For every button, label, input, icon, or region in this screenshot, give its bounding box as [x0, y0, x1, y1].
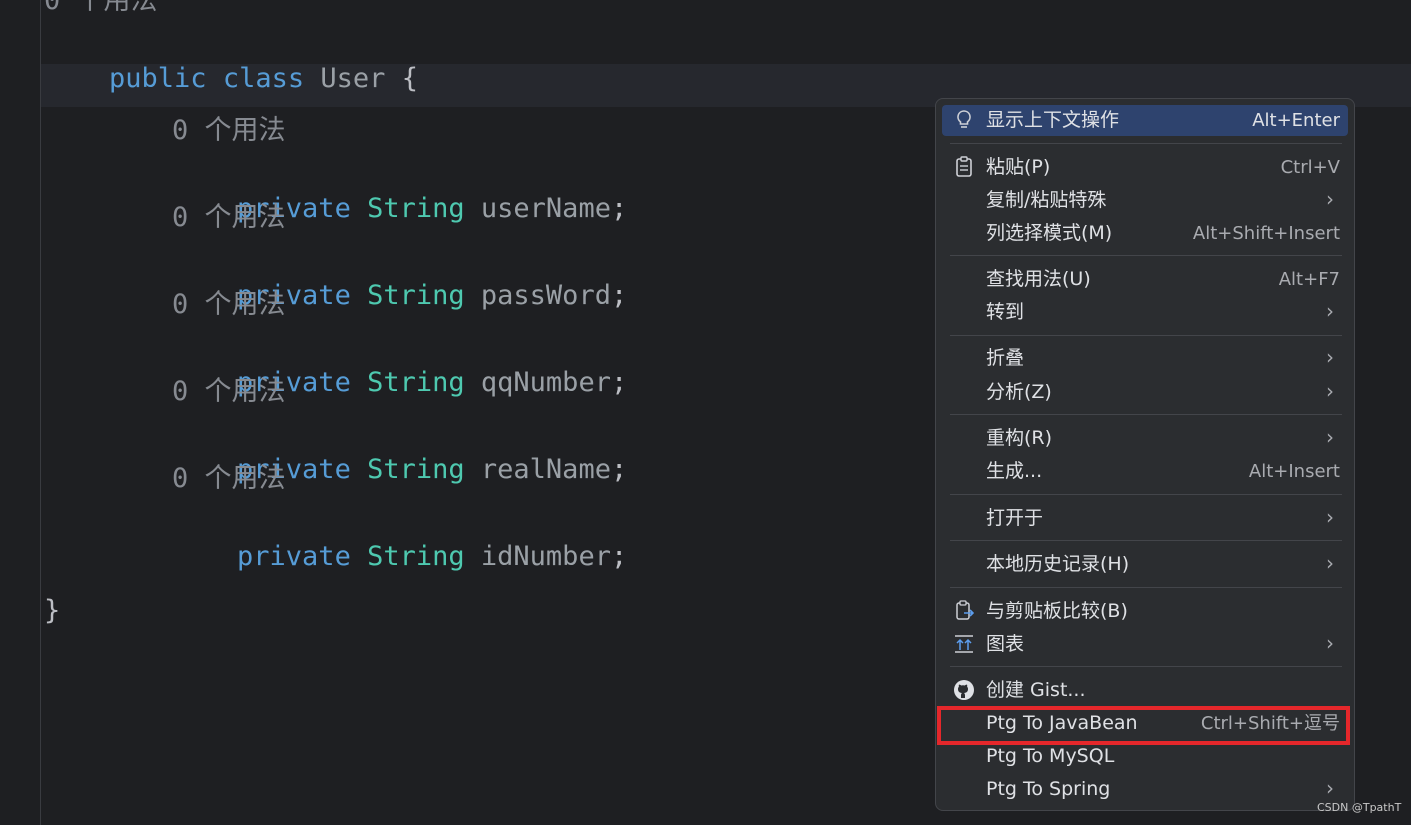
chevron-right-icon: ›	[1326, 345, 1334, 369]
field-type: String	[367, 541, 465, 572]
clipboard-icon	[952, 156, 976, 180]
field-name: passWord	[480, 280, 611, 311]
menu-item-label: 生成...	[986, 460, 1043, 482]
menu-item-label: 粘贴(P)	[986, 156, 1051, 178]
menu-item-label: 折叠	[986, 347, 1025, 369]
class-name: User	[320, 63, 386, 94]
field-name: realName	[480, 454, 611, 485]
field-declaration[interactable]: private String qqNumber;	[172, 332, 627, 398]
field-type: String	[367, 193, 465, 224]
menu-item-label: 与剪贴板比较(B)	[986, 600, 1128, 622]
menu-item-find-usages[interactable]: 查找用法(U) Alt+F7	[942, 264, 1348, 295]
menu-separator	[950, 666, 1342, 667]
watermark: CSDN @TpathT	[1317, 801, 1402, 814]
usage-hint: 0 个用法	[172, 115, 286, 146]
keyword-public: public	[109, 63, 207, 94]
menu-item-shortcut: Alt+F7	[1278, 269, 1340, 290]
menu-item-ptg-to-spring[interactable]: Ptg To Spring ›	[942, 774, 1348, 805]
menu-item-create-gist[interactable]: 创建 Gist...	[942, 675, 1348, 706]
diagram-icon	[952, 633, 976, 657]
brace-open: {	[401, 63, 418, 94]
semicolon: ;	[610, 193, 628, 224]
menu-item-compare-clipboard[interactable]: 与剪贴板比较(B)	[942, 596, 1348, 627]
menu-item-label: 转到	[986, 301, 1025, 323]
field-declaration[interactable]: private String realName;	[172, 419, 627, 485]
usage-hint: 0 个用法	[172, 376, 286, 407]
semicolon: ;	[610, 541, 628, 572]
menu-item-shortcut: Ctrl+V	[1280, 157, 1340, 178]
menu-item-open-in[interactable]: 打开于 ›	[942, 503, 1348, 534]
annotation-highlight-box	[937, 706, 1350, 745]
field-name: qqNumber	[480, 367, 611, 398]
class-declaration[interactable]: public class User {	[44, 28, 418, 94]
menu-item-refactor[interactable]: 重构(R) ›	[942, 423, 1348, 454]
usage-hint: 0 个用法	[44, 0, 158, 16]
lightbulb-icon	[952, 109, 976, 133]
menu-item-shortcut: Alt+Enter	[1252, 110, 1340, 131]
menu-separator	[950, 414, 1342, 415]
usage-hint: 0 个用法	[172, 289, 286, 320]
menu-separator	[950, 494, 1342, 495]
context-menu: 显示上下文操作 Alt+Enter 粘贴(P) Ctrl+V 复制/粘贴特殊 ›…	[935, 98, 1355, 811]
menu-item-label: 本地历史记录(H)	[986, 553, 1130, 575]
semicolon: ;	[610, 367, 628, 398]
semicolon: ;	[610, 280, 628, 311]
chevron-right-icon: ›	[1326, 505, 1334, 529]
menu-item-go-to[interactable]: 转到 ›	[942, 297, 1348, 328]
menu-item-label: 创建 Gist...	[986, 679, 1086, 701]
field-type: String	[367, 280, 465, 311]
menu-item-label: 显示上下文操作	[986, 109, 1120, 131]
semicolon: ;	[610, 454, 628, 485]
clipboard-compare-icon	[952, 600, 976, 624]
github-icon	[952, 679, 976, 703]
menu-separator	[950, 255, 1342, 256]
chevron-right-icon: ›	[1326, 379, 1334, 403]
menu-item-label: 图表	[986, 633, 1025, 655]
menu-item-shortcut: Alt+Shift+Insert	[1192, 223, 1340, 244]
menu-item-label: 打开于	[986, 507, 1044, 529]
menu-item-generate[interactable]: 生成... Alt+Insert	[942, 456, 1348, 487]
usage-hint: 0 个用法	[172, 202, 286, 233]
chevron-right-icon: ›	[1326, 551, 1334, 575]
field-type: String	[367, 367, 465, 398]
field-type: String	[367, 454, 465, 485]
chevron-right-icon: ›	[1326, 425, 1334, 449]
chevron-right-icon: ›	[1326, 299, 1334, 323]
gutter-divider	[40, 0, 41, 825]
chevron-right-icon: ›	[1326, 776, 1334, 800]
brace-close: }	[44, 595, 61, 626]
menu-item-diagrams[interactable]: 图表 ›	[942, 629, 1348, 660]
menu-item-analyze[interactable]: 分析(Z) ›	[942, 377, 1348, 408]
menu-item-paste[interactable]: 粘贴(P) Ctrl+V	[942, 152, 1348, 183]
menu-item-copy-paste-special[interactable]: 复制/粘贴特殊 ›	[942, 185, 1348, 216]
usage-hint: 0 个用法	[172, 463, 286, 494]
keyword-class: class	[222, 63, 305, 94]
menu-item-folding[interactable]: 折叠 ›	[942, 343, 1348, 374]
menu-item-shortcut: Alt+Insert	[1248, 461, 1340, 482]
menu-item-label: 复制/粘贴特殊	[986, 189, 1107, 211]
field-name: userName	[480, 193, 611, 224]
menu-item-ptg-to-mysql[interactable]: Ptg To MySQL	[942, 741, 1348, 772]
menu-item-label: Ptg To MySQL	[986, 745, 1115, 767]
chevron-right-icon: ›	[1326, 631, 1334, 655]
chevron-right-icon: ›	[1326, 187, 1334, 211]
menu-item-column-selection[interactable]: 列选择模式(M) Alt+Shift+Insert	[942, 218, 1348, 249]
menu-separator	[950, 143, 1342, 144]
menu-item-label: 查找用法(U)	[986, 268, 1091, 290]
menu-item-label: 分析(Z)	[986, 381, 1052, 403]
menu-separator	[950, 335, 1342, 336]
menu-separator	[950, 540, 1342, 541]
menu-item-label: 重构(R)	[986, 427, 1053, 449]
field-name: idNumber	[480, 541, 611, 572]
field-declaration[interactable]: private String passWord;	[172, 245, 627, 311]
menu-item-label: 列选择模式(M)	[986, 222, 1113, 244]
menu-item-show-context-actions[interactable]: 显示上下文操作 Alt+Enter	[942, 105, 1348, 136]
modifier: private	[237, 541, 351, 572]
field-declaration[interactable]: private String userName;	[172, 158, 627, 224]
menu-separator	[950, 587, 1342, 588]
menu-item-local-history[interactable]: 本地历史记录(H) ›	[942, 549, 1348, 580]
field-declaration[interactable]: private String idNumber;	[172, 506, 627, 572]
menu-item-label: Ptg To Spring	[986, 778, 1111, 800]
